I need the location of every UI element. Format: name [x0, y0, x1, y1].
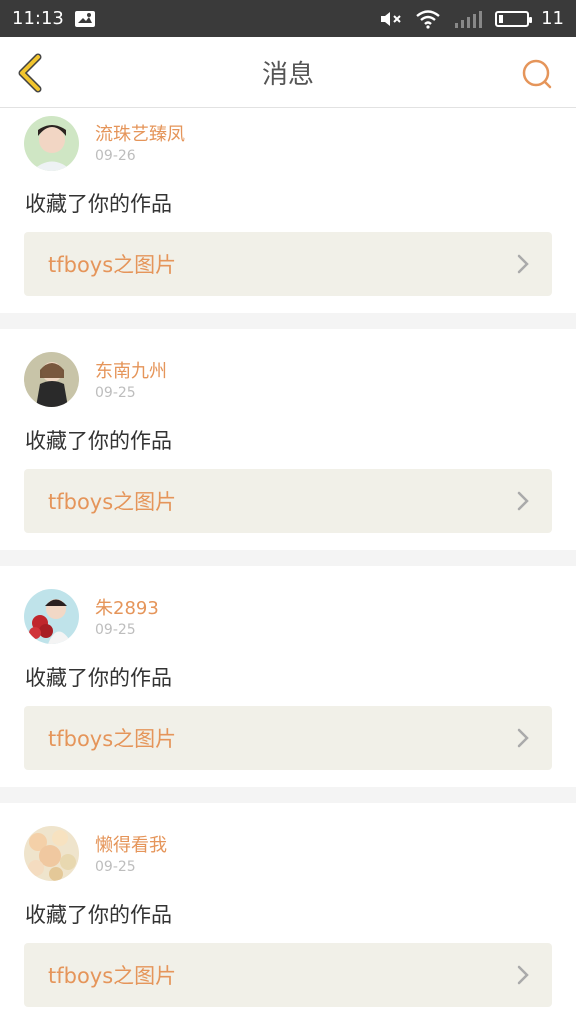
chevron-right-icon	[517, 965, 529, 985]
chevron-right-icon	[517, 491, 529, 511]
divider	[0, 787, 576, 803]
status-time: 11:13	[12, 8, 64, 29]
back-arrow-icon	[18, 53, 42, 93]
message-list: 流珠艺臻凤 09-26 收藏了你的作品 tfboys之图片 东南九州 09-25…	[0, 108, 576, 1024]
message-action: 收藏了你的作品	[25, 666, 172, 690]
message-date: 09-25	[95, 385, 136, 401]
message-action: 收藏了你的作品	[25, 903, 172, 927]
message-action: 收藏了你的作品	[25, 192, 172, 216]
message-card: 朱2893 09-25 收藏了你的作品 tfboys之图片	[0, 566, 576, 787]
chevron-right-icon	[517, 254, 529, 274]
message-date: 09-26	[95, 148, 136, 164]
message-action: 收藏了你的作品	[25, 429, 172, 453]
message-date: 09-25	[95, 859, 136, 875]
message-card: 流珠艺臻凤 09-26 收藏了你的作品 tfboys之图片	[0, 108, 576, 313]
message-card: 懒得看我 09-25 收藏了你的作品 tfboys之图片	[0, 803, 576, 1024]
divider	[0, 313, 576, 329]
username[interactable]: 朱2893	[95, 594, 159, 620]
message-date: 09-25	[95, 622, 136, 638]
work-link[interactable]: tfboys之图片	[24, 706, 552, 770]
signal-icon	[453, 9, 483, 29]
search-button[interactable]	[520, 57, 554, 91]
mute-icon	[379, 9, 403, 29]
chevron-right-icon	[517, 728, 529, 748]
divider	[0, 550, 576, 566]
work-link[interactable]: tfboys之图片	[24, 232, 552, 296]
username[interactable]: 东南九州	[95, 357, 167, 383]
page-title: 消息	[261, 59, 314, 90]
avatar[interactable]	[24, 826, 79, 881]
wifi-icon	[415, 9, 441, 29]
status-bar: 11:13 11	[0, 0, 576, 37]
search-icon	[522, 59, 552, 89]
avatar[interactable]	[24, 116, 79, 171]
image-notification-icon	[74, 10, 96, 28]
nav-bar: 消息	[0, 37, 576, 108]
username[interactable]: 懒得看我	[95, 831, 167, 857]
work-link-label: tfboys之图片	[48, 253, 177, 277]
work-link-label: tfboys之图片	[48, 964, 177, 988]
avatar[interactable]	[24, 352, 79, 407]
battery-level: 11	[541, 8, 564, 29]
username[interactable]: 流珠艺臻凤	[95, 120, 185, 146]
work-link[interactable]: tfboys之图片	[24, 943, 552, 1007]
work-link-label: tfboys之图片	[48, 727, 177, 751]
battery-icon	[495, 10, 533, 27]
message-card: 东南九州 09-25 收藏了你的作品 tfboys之图片	[0, 329, 576, 550]
back-button[interactable]	[14, 53, 46, 93]
work-link[interactable]: tfboys之图片	[24, 469, 552, 533]
work-link-label: tfboys之图片	[48, 490, 177, 514]
avatar[interactable]	[24, 589, 79, 644]
